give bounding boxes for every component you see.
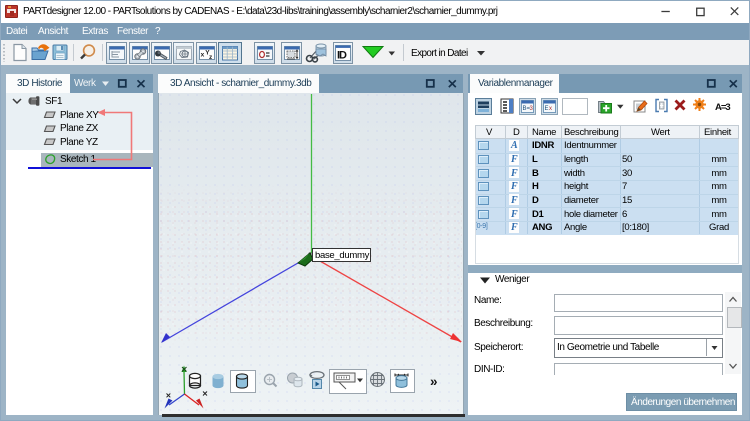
svg-text:ID: ID [337,50,347,62]
svg-text:x: x [549,106,552,112]
svg-text:x: x [200,52,204,59]
svg-text:A=3: A=3 [715,102,730,113]
svg-text:E: E [545,106,549,112]
